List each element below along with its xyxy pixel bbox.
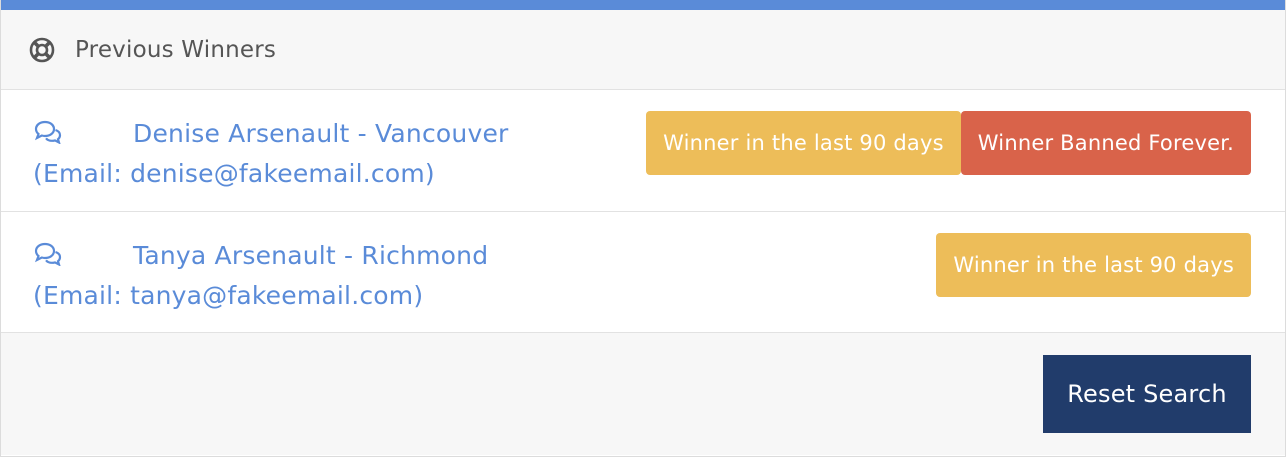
winner-name: Denise Arsenault - Vancouver: [133, 119, 509, 148]
badge-group: Winner in the last 90 days Winner Banned…: [646, 111, 1251, 175]
comments-icon: [33, 116, 63, 145]
winner-link[interactable]: Denise Arsenault - Vancouver (Email: den…: [33, 114, 593, 194]
badge-group: Winner in the last 90 days: [936, 233, 1251, 297]
winner-row: Denise Arsenault - Vancouver (Email: den…: [1, 90, 1285, 212]
reset-search-button[interactable]: Reset Search: [1043, 355, 1251, 433]
comments-icon: [33, 238, 63, 267]
recent-winner-badge: Winner in the last 90 days: [936, 233, 1251, 297]
banned-badge: Winner Banned Forever.: [960, 111, 1251, 175]
previous-winners-panel: Previous Winners Denise Arsenault - Vanc…: [0, 0, 1286, 457]
panel-title: Previous Winners: [75, 36, 277, 63]
winner-row: Tanya Arsenault - Richmond (Email: tanya…: [1, 212, 1285, 333]
winner-email: (Email: tanya@fakeemail.com): [33, 281, 424, 310]
panel-footer: Reset Search: [1, 333, 1285, 455]
panel-accent-bar: [1, 0, 1285, 10]
life-ring-icon: [29, 37, 55, 63]
panel-header: Previous Winners: [1, 10, 1285, 90]
recent-winner-badge: Winner in the last 90 days: [646, 111, 961, 175]
winner-email: (Email: denise@fakeemail.com): [33, 159, 435, 188]
winner-name: Tanya Arsenault - Richmond: [133, 241, 489, 270]
winner-link[interactable]: Tanya Arsenault - Richmond (Email: tanya…: [33, 236, 593, 316]
